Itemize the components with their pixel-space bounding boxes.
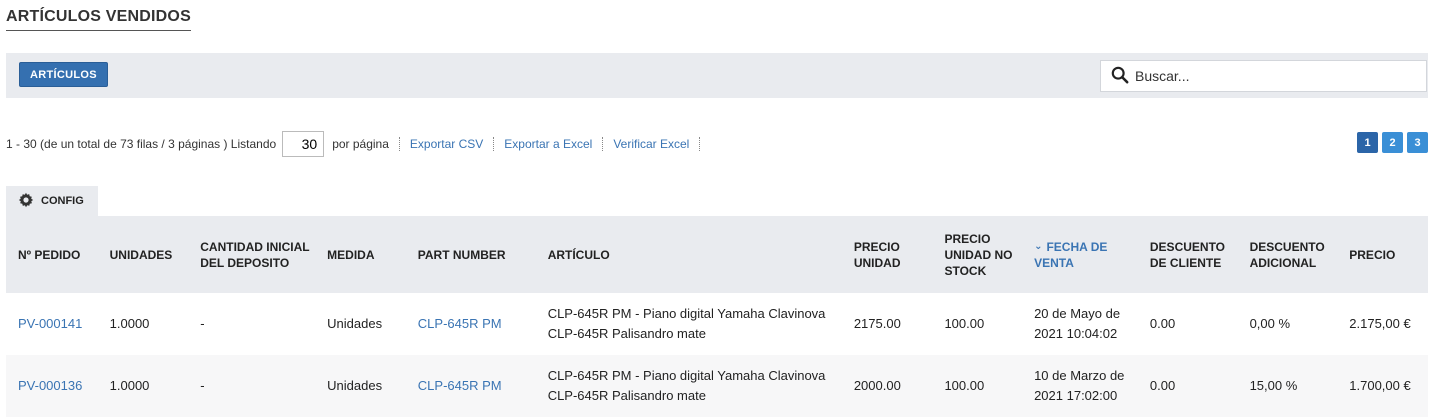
cell-precio-unidad: 2000.00 [853,378,901,393]
col-descuento-cliente[interactable]: DESCUENTO DE CLIENTE [1138,216,1238,293]
part-number-link[interactable]: CLP-645R PM [406,293,536,355]
cell-descuento-adicional: 15,00 % [1249,378,1298,393]
cell-medida: Unidades [327,378,383,393]
chevron-down-icon: ⌄ [1034,240,1043,252]
cell-fecha: 20 de Mayo de 2021 10:04:02 [1034,306,1121,341]
separator [602,137,604,151]
part-number-link[interactable]: CLP-645R PM [406,355,536,417]
per-page-label: por página [332,137,389,151]
cell-precio: 2.175,00 € [1349,316,1411,331]
cell-cantidad: - [200,316,205,331]
toolbar: ARTÍCULOS [6,53,1428,98]
rows-summary: 1 - 30 (de un total de 73 filas / 3 pági… [6,137,277,151]
col-precio[interactable]: PRECIO [1337,216,1428,293]
cell-medida: Unidades [327,316,383,331]
cell-articulo: CLP-645R PM - Piano digital Yamaha Clavi… [547,306,826,341]
separator [699,137,701,151]
cell-descuento-cliente: 0.00 [1149,316,1176,331]
pagination-bar: 1 - 30 (de un total de 73 filas / 3 pági… [6,131,1428,157]
articulos-button[interactable]: ARTÍCULOS [19,62,108,87]
export-excel-link[interactable]: Exportar a Excel [504,137,592,151]
cell-precio-no-stock: 100.00 [944,378,985,393]
order-link[interactable]: PV-000136 [6,355,98,417]
page-title: ARTÍCULOS VENDIDOS [6,8,191,31]
per-page-input[interactable] [282,131,325,157]
search-box[interactable] [1100,60,1427,92]
cell-descuento-cliente: 0.00 [1149,378,1176,393]
gear-icon [18,192,41,211]
col-articulo[interactable]: ARTÍCULO [536,216,842,293]
cell-fecha: 10 de Marzo de 2021 17:02:00 [1034,368,1125,403]
page-button-2[interactable]: 2 [1382,132,1403,153]
verify-excel-link[interactable]: Verificar Excel [613,137,689,151]
page-buttons: 1 2 3 [1357,132,1428,153]
sales-table: Nº PEDIDO UNIDADES CANTIDAD INICIAL DEL … [6,216,1428,417]
cell-articulo: CLP-645R PM - Piano digital Yamaha Clavi… [547,368,826,403]
col-cantidad[interactable]: CANTIDAD INICIAL DEL DEPOSITO [188,216,315,293]
col-fecha-venta[interactable]: ⌄ FECHA DE VENTA [1022,216,1138,293]
cell-descuento-adicional: 0,00 % [1249,316,1291,331]
separator [398,137,400,151]
config-label: CONFIG [41,195,84,207]
export-csv-link[interactable]: Exportar CSV [410,137,483,151]
col-fecha-label: FECHA DE VENTA [1034,239,1108,270]
separator [493,137,495,151]
cell-precio: 1.700,00 € [1349,378,1411,393]
order-link[interactable]: PV-000141 [6,293,98,355]
col-precio-no-stock[interactable]: PRECIO UNIDAD NO STOCK [932,216,1022,293]
col-medida[interactable]: MEDIDA [315,216,406,293]
cell-unidades: 1.0000 [109,316,150,331]
search-icon [1111,66,1129,87]
table-header-row: Nº PEDIDO UNIDADES CANTIDAD INICIAL DEL … [6,216,1428,293]
page-button-3[interactable]: 3 [1407,132,1428,153]
config-button[interactable]: CONFIG [6,186,98,216]
col-descuento-adicional[interactable]: DESCUENTO ADICIONAL [1238,216,1338,293]
table-row: PV-000136 1.0000 - Unidades CLP-645R PM … [6,355,1428,417]
col-unidades[interactable]: UNIDADES [98,216,189,293]
cell-cantidad: - [200,378,205,393]
cell-unidades: 1.0000 [109,378,150,393]
table-row: PV-000141 1.0000 - Unidades CLP-645R PM … [6,293,1428,355]
col-precio-unidad[interactable]: PRECIO UNIDAD [842,216,933,293]
page-button-1[interactable]: 1 [1357,132,1378,153]
col-pedido[interactable]: Nº PEDIDO [6,216,98,293]
cell-precio-no-stock: 100.00 [944,316,985,331]
search-input[interactable] [1135,68,1415,84]
cell-precio-unidad: 2175.00 [853,316,901,331]
col-part-number[interactable]: PART NUMBER [406,216,536,293]
